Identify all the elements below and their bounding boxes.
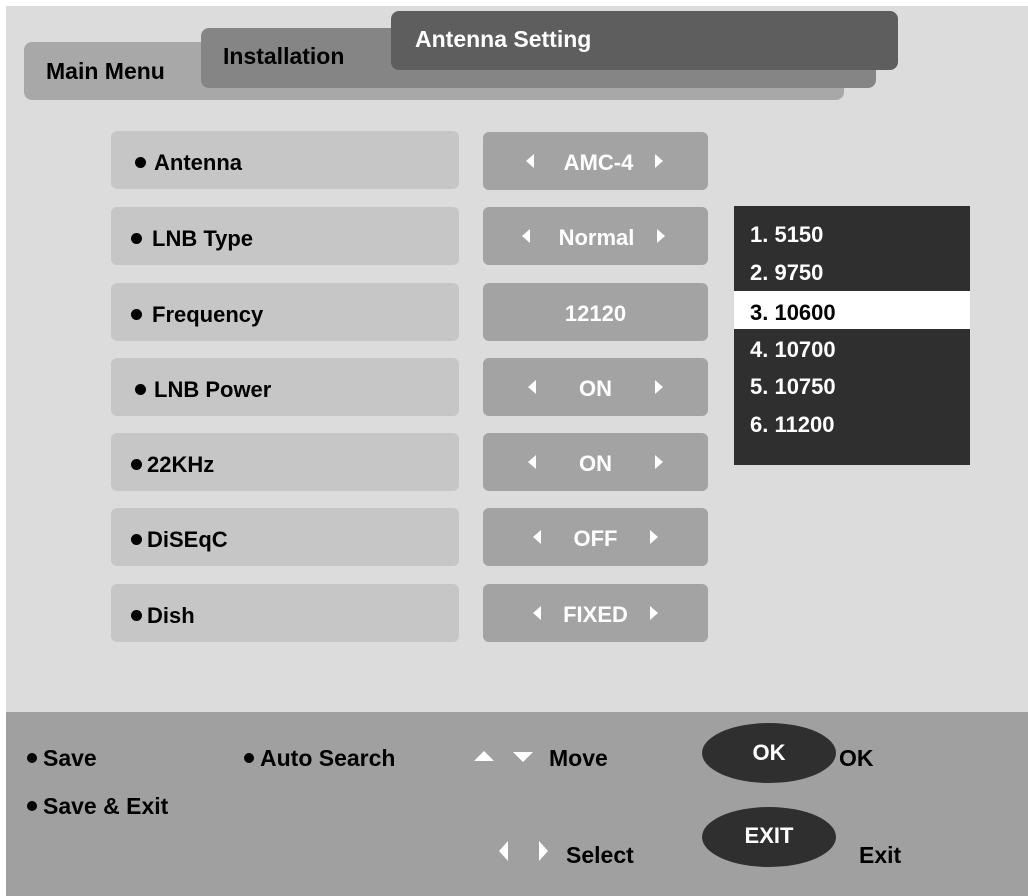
setting-label: Antenna — [154, 150, 242, 175]
exit-key-badge: EXIT — [702, 807, 836, 867]
setting-label: DiSEqC — [147, 527, 228, 552]
setting-row-22khz[interactable]: 22KHz — [111, 433, 459, 491]
tab-antenna-setting-label: Antenna Setting — [415, 26, 592, 52]
bullet-dot-icon — [131, 534, 142, 545]
dropdown-option[interactable]: 6. 11200 — [734, 403, 970, 441]
arrow-right-icon[interactable] — [650, 606, 658, 620]
dropdown-option[interactable]: 4. 10700 — [734, 328, 970, 366]
diseqc-selector[interactable]: OFF — [483, 508, 708, 566]
tab-antenna-setting[interactable]: Antenna Setting — [391, 11, 898, 70]
arrow-right-icon[interactable] — [655, 380, 663, 394]
setting-row-antenna[interactable]: Antenna — [111, 131, 459, 189]
bullet-dot-icon — [131, 610, 142, 621]
bullet-dot-icon — [131, 459, 142, 470]
exit-hint-label: Exit — [859, 842, 902, 868]
dropdown-option-selected[interactable]: 3. 10600 — [734, 291, 970, 329]
lnb-frequency-dropdown[interactable]: 1. 5150 2. 9750 3. 10600 4. 10700 5. 107… — [734, 206, 970, 465]
arrow-up-icon — [474, 751, 494, 761]
ok-hint-label: OK — [839, 745, 874, 771]
setting-value: ON — [579, 451, 612, 476]
frequency-field[interactable]: 12120 — [483, 283, 708, 341]
bullet-dot-icon — [27, 753, 37, 763]
setting-value: OFF — [573, 526, 618, 551]
setting-row-frequency[interactable]: Frequency — [111, 283, 459, 341]
lnb-power-selector[interactable]: ON — [483, 358, 708, 416]
setting-row-diseqc[interactable]: DiSEqC — [111, 508, 459, 566]
setting-row-lnb-type[interactable]: LNB Type — [111, 207, 459, 265]
antenna-selector[interactable]: AMC-4 — [483, 132, 708, 190]
arrow-right-icon[interactable] — [655, 154, 663, 168]
setting-label: Dish — [147, 603, 195, 628]
bullet-dot-icon — [244, 753, 254, 763]
select-hint-label: Select — [566, 842, 634, 868]
lnb-type-selector[interactable]: Normal — [483, 207, 708, 265]
22khz-selector[interactable]: ON — [483, 433, 708, 491]
setting-value: AMC-4 — [563, 150, 634, 175]
setting-value: Normal — [558, 225, 635, 250]
dropdown-option[interactable]: 1. 5150 — [734, 213, 970, 251]
dish-selector[interactable]: FIXED — [483, 584, 708, 642]
ok-key-badge: OK — [702, 723, 836, 783]
move-hint-label: Move — [549, 745, 608, 771]
arrow-right-icon[interactable] — [655, 455, 663, 469]
dropdown-option[interactable]: 5. 10750 — [734, 365, 970, 403]
setting-label: Frequency — [152, 302, 264, 327]
bullet-dot-icon — [131, 309, 142, 320]
tab-installation-label: Installation — [223, 43, 345, 69]
arrow-down-icon — [513, 752, 533, 762]
bullet-dot-icon — [27, 801, 37, 811]
setting-row-lnb-power[interactable]: LNB Power — [111, 358, 459, 416]
bullet-dot-icon — [135, 384, 146, 395]
setting-value: 12120 — [564, 301, 627, 326]
setting-label: 22KHz — [147, 452, 215, 477]
tab-main-menu-label: Main Menu — [46, 58, 165, 84]
setting-row-dish[interactable]: Dish — [111, 584, 459, 642]
setting-value: ON — [579, 376, 612, 401]
dropdown-option[interactable]: 2. 9750 — [734, 251, 970, 289]
arrow-left-icon — [499, 841, 508, 861]
setting-value: FIXED — [563, 602, 628, 627]
setting-label: LNB Power — [154, 377, 272, 402]
arrow-right-icon[interactable] — [657, 229, 665, 243]
arrow-right-icon — [539, 841, 548, 861]
arrow-right-icon[interactable] — [650, 530, 658, 544]
bullet-dot-icon — [135, 157, 146, 168]
setting-label: LNB Type — [152, 226, 254, 251]
bullet-dot-icon — [131, 233, 142, 244]
